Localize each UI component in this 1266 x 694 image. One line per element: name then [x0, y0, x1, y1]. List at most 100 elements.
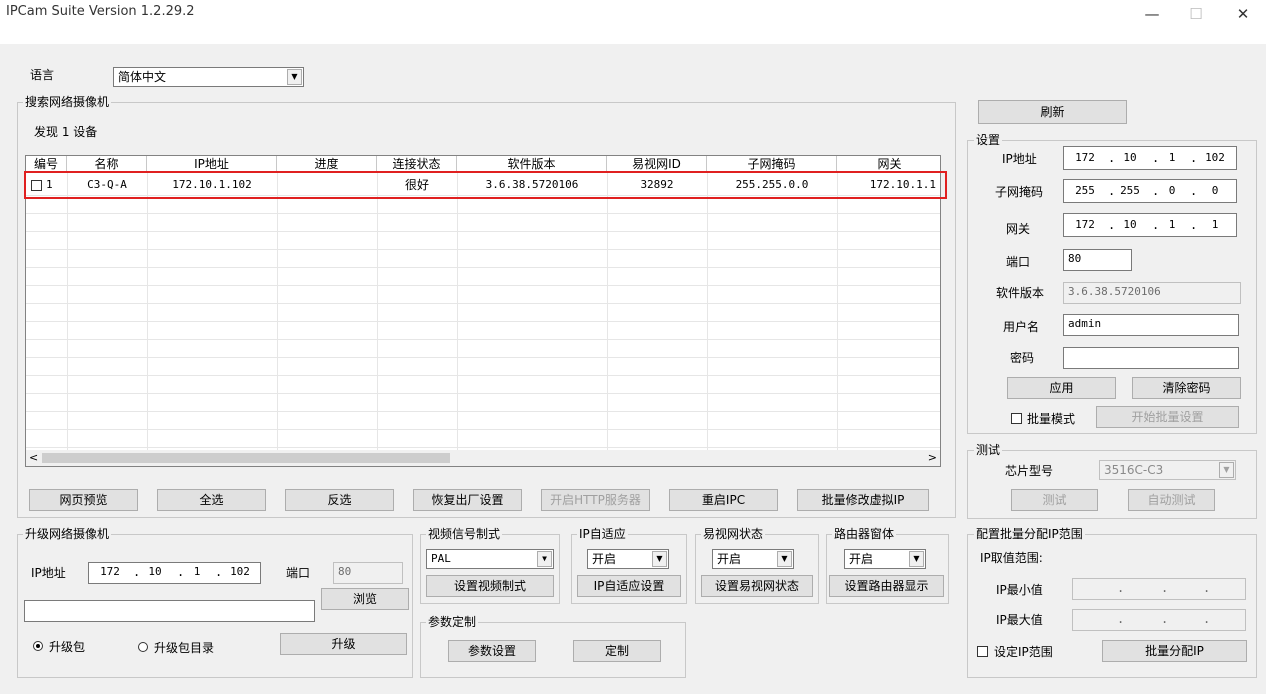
chevron-down-icon: ▼ — [652, 551, 667, 567]
start-batch-button[interactable]: 开始批量设置 — [1096, 406, 1239, 428]
param-settings-button[interactable]: 参数设置 — [448, 640, 536, 662]
ip-input[interactable]: 172 . 10 . 1 . 102 — [1063, 146, 1237, 170]
ip-auto-group-title: IP自适应 — [577, 527, 628, 541]
test-button[interactable]: 测试 — [1011, 489, 1098, 511]
video-standard-select[interactable]: PAL ▼ — [426, 549, 554, 569]
customize-button[interactable]: 定制 — [573, 640, 661, 662]
web-preview-button[interactable]: 网页预览 — [29, 489, 138, 511]
upgrade-directory-radio[interactable] — [138, 642, 148, 652]
invert-selection-button[interactable]: 反选 — [285, 489, 394, 511]
scrollbar-thumb[interactable] — [42, 453, 450, 463]
set-ip-range-label: 设定IP范围 — [994, 645, 1053, 659]
col-gateway[interactable]: 网关 — [837, 156, 940, 172]
device-table[interactable]: 编号 名称 IP地址 进度 连接状态 软件版本 易视网ID 子网掩码 网关 1 … — [25, 155, 941, 467]
upgrade-path-input[interactable] — [24, 600, 315, 622]
ip-min-label: IP最小值 — [996, 583, 1043, 597]
window-title: IPCam Suite Version 1.2.29.2 — [6, 4, 195, 19]
col-status[interactable]: 连接状态 — [377, 156, 457, 172]
select-all-button[interactable]: 全选 — [157, 489, 266, 511]
upgrade-port-label: 端口 — [286, 566, 311, 580]
col-ip[interactable]: IP地址 — [147, 156, 277, 172]
minimize-icon[interactable]: — — [1137, 6, 1167, 24]
version-label: 软件版本 — [996, 286, 1045, 300]
username-input[interactable]: admin — [1063, 314, 1239, 336]
chevron-down-icon: ▼ — [537, 551, 552, 567]
set-router-display-button[interactable]: 设置路由器显示 — [829, 575, 944, 597]
col-progress[interactable]: 进度 — [277, 156, 377, 172]
upgrade-directory-label: 升级包目录 — [154, 641, 215, 655]
col-version[interactable]: 软件版本 — [457, 156, 607, 172]
ip-range-label: IP取值范围: — [980, 551, 1043, 565]
set-video-standard-button[interactable]: 设置视频制式 — [426, 575, 554, 597]
set-ip-range-checkbox[interactable] — [977, 646, 988, 657]
ip-auto-select[interactable]: 开启 ▼ — [587, 549, 669, 569]
username-label: 用户名 — [1003, 320, 1040, 334]
apply-button[interactable]: 应用 — [1007, 377, 1116, 399]
batch-mode-checkbox[interactable] — [1011, 413, 1022, 424]
batch-modify-virtual-ip-button[interactable]: 批量修改虚拟IP — [797, 489, 929, 511]
ip-min-input: . . . — [1072, 578, 1246, 600]
reboot-ipc-button[interactable]: 重启IPC — [669, 489, 778, 511]
chip-select[interactable]: 3516C-C3 ▼ — [1099, 460, 1236, 480]
upgrade-package-radio[interactable] — [33, 641, 43, 651]
router-group-title: 路由器窗体 — [832, 527, 897, 541]
language-label: 语言 — [30, 68, 55, 82]
set-yishi-state-button[interactable]: 设置易视网状态 — [701, 575, 813, 597]
upgrade-group-title: 升级网络摄像机 — [23, 527, 112, 541]
chip-label: 芯片型号 — [1005, 464, 1054, 478]
upgrade-ip-input[interactable]: 172 . 10 . 1 . 102 — [88, 562, 261, 584]
chevron-down-icon: ▼ — [777, 551, 792, 567]
upgrade-button[interactable]: 升级 — [280, 633, 407, 655]
title-bar: IPCam Suite Version 1.2.29.2 — ☐ ✕ — [0, 0, 1266, 44]
selection-highlight — [24, 171, 947, 199]
password-label: 密码 — [1010, 351, 1035, 365]
ip-auto-value: 开启 — [592, 552, 617, 566]
start-http-server-button[interactable]: 开启HTTP服务器 — [541, 489, 650, 511]
ip-label: IP地址 — [1002, 152, 1037, 166]
scroll-right-icon[interactable]: > — [928, 450, 937, 466]
auto-test-button[interactable]: 自动测试 — [1128, 489, 1215, 511]
mask-label: 子网掩码 — [995, 185, 1044, 199]
ip-max-label: IP最大值 — [996, 613, 1043, 627]
upgrade-ip-label: IP地址 — [31, 566, 66, 580]
upgrade-package-label: 升级包 — [49, 640, 86, 654]
mask-input[interactable]: 255 . 255 . 0 . 0 — [1063, 179, 1237, 203]
yishi-state-select[interactable]: 开启 ▼ — [712, 549, 794, 569]
col-name[interactable]: 名称 — [67, 156, 147, 172]
upgrade-port-field: 80 — [333, 562, 403, 584]
port-input[interactable]: 80 — [1063, 249, 1132, 271]
chevron-down-icon: ▼ — [909, 551, 924, 567]
gateway-input[interactable]: 172 . 10 . 1 . 1 — [1063, 213, 1237, 237]
batch-ip-group-title: 配置批量分配IP范围 — [974, 527, 1085, 541]
batch-mode-label: 批量模式 — [1027, 412, 1076, 426]
maximize-icon[interactable]: ☐ — [1181, 6, 1211, 24]
yishi-group-title: 易视网状态 — [701, 527, 766, 541]
settings-group-title: 设置 — [974, 133, 1003, 147]
video-group-title: 视频信号制式 — [426, 527, 503, 541]
router-display-value: 开启 — [849, 552, 874, 566]
refresh-button[interactable]: 刷新 — [978, 100, 1127, 124]
scroll-left-icon[interactable]: < — [29, 450, 38, 466]
password-input[interactable] — [1063, 347, 1239, 369]
params-group-title: 参数定制 — [426, 615, 479, 629]
version-field: 3.6.38.5720106 — [1063, 282, 1241, 304]
language-select[interactable]: 简体中文 ▼ — [113, 67, 304, 87]
video-standard-value: PAL — [431, 552, 451, 565]
ip-auto-settings-button[interactable]: IP自适应设置 — [577, 575, 681, 597]
browse-button[interactable]: 浏览 — [321, 588, 409, 610]
horizontal-scrollbar[interactable]: < > — [26, 450, 940, 466]
test-group-title: 测试 — [974, 443, 1003, 457]
close-icon[interactable]: ✕ — [1228, 6, 1258, 24]
ip-max-input: . . . — [1072, 609, 1246, 631]
col-no[interactable]: 编号 — [26, 156, 67, 172]
search-group-title: 搜索网络摄像机 — [23, 95, 112, 109]
router-display-select[interactable]: 开启 ▼ — [844, 549, 926, 569]
language-value: 简体中文 — [118, 70, 167, 84]
col-id[interactable]: 易视网ID — [607, 156, 707, 172]
found-count: 发现 1 设备 — [34, 125, 98, 139]
factory-reset-button[interactable]: 恢复出厂设置 — [413, 489, 522, 511]
chevron-down-icon: ▼ — [1219, 462, 1234, 478]
batch-assign-ip-button[interactable]: 批量分配IP — [1102, 640, 1247, 662]
col-mask[interactable]: 子网掩码 — [707, 156, 837, 172]
clear-password-button[interactable]: 清除密码 — [1132, 377, 1241, 399]
